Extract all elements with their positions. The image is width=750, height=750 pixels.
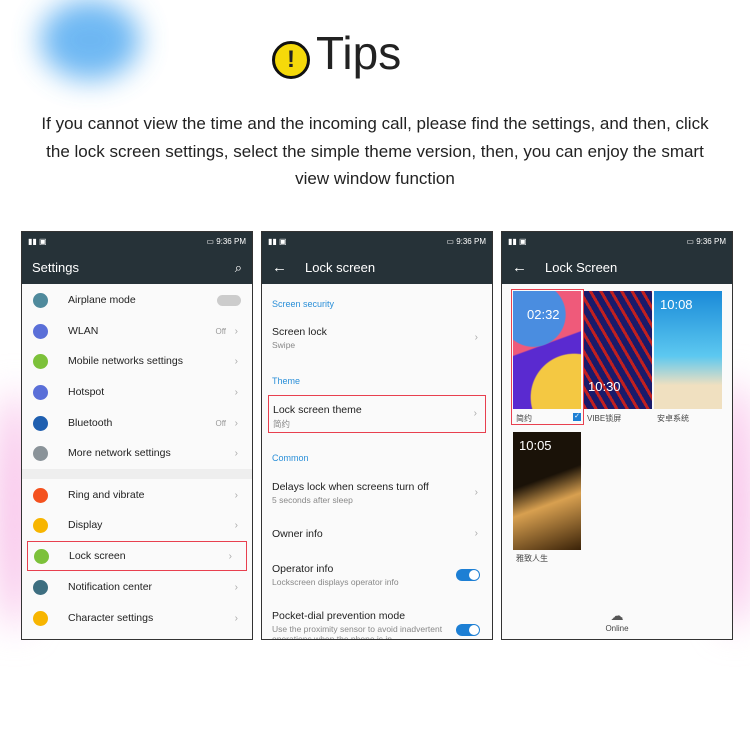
theme-thumb-vibe[interactable]: 10:30	[584, 291, 652, 409]
section-header: Screen security	[272, 299, 335, 309]
chevron-right-icon: ›	[234, 612, 238, 624]
theme-thumb-elegant[interactable]: 10:05	[513, 432, 581, 550]
settings-item-label: Ring and vibrate	[68, 489, 145, 501]
screen-title: Settings	[32, 260, 79, 275]
settings-item[interactable]: Bluetooth › Off	[22, 408, 252, 438]
chevron-right-icon: ›	[234, 417, 238, 429]
delay-lock-item[interactable]: Delays lock when screens turn off 5 secon…	[272, 481, 492, 505]
lock-screen-theme-item[interactable]: Lock screen theme 简约 ›	[268, 395, 486, 433]
status-bar: ▮▮ ▣ ▭ 9:36 PM	[22, 232, 252, 251]
page-title: Tips	[316, 27, 402, 79]
settings-item[interactable]: Notification center ›	[22, 572, 252, 602]
lock-theme-picker: ▮▮ ▣ ▭ 9:36 PM ← Lock Screen 02:32 简约 ✓ 10…	[501, 231, 733, 640]
operator-info-item[interactable]: Operator info Lockscreen displays operato…	[272, 563, 492, 587]
theme-thumb-simple[interactable]: 02:32	[513, 291, 581, 409]
settings-item[interactable]: Hotspot ›	[22, 377, 252, 407]
airplane-toggle[interactable]	[217, 294, 241, 306]
settings-item-label: Character settings	[68, 612, 154, 624]
screen-title: Lock screen	[305, 260, 376, 275]
online-button[interactable]: ☁ Online	[502, 608, 732, 633]
settings-item[interactable]: WLAN › Off	[22, 316, 252, 346]
cloud-icon: ☁	[610, 608, 624, 623]
theme-label: 雅致人生	[516, 554, 548, 563]
settings-item[interactable]: Display ›	[22, 510, 252, 540]
divider	[22, 469, 252, 479]
settings-item-icon	[33, 292, 48, 308]
settings-item-label: Display	[68, 519, 103, 531]
tips-header: ! Tips	[272, 26, 401, 80]
settings-item-label: Notification center	[68, 581, 153, 593]
chevron-right-icon: ›	[234, 447, 238, 459]
settings-item-icon	[33, 384, 48, 400]
theme-label: VIBE锁屏	[587, 414, 622, 423]
instructions: If you cannot view the time and the inco…	[41, 114, 709, 188]
pocket-dial-toggle[interactable]	[456, 624, 480, 636]
settings-item-label: WLAN	[68, 325, 99, 337]
settings-item-icon	[33, 415, 48, 431]
settings-item[interactable]: Airplane mode	[22, 285, 252, 315]
settings-item-icon	[33, 353, 48, 369]
settings-item[interactable]: More network settings ›	[22, 438, 252, 468]
settings-item-label: Bluetooth	[68, 417, 113, 429]
settings-item-icon	[33, 517, 48, 533]
back-arrow-icon[interactable]: ←	[512, 259, 527, 276]
settings-item-value: Off	[215, 418, 226, 428]
settings-item-label: Hotspot	[68, 386, 105, 398]
chevron-right-icon: ›	[234, 519, 238, 531]
settings-item-label: Lock screen	[69, 550, 126, 562]
settings-item[interactable]: Mobile networks settings ›	[22, 346, 252, 376]
section-header: Common	[272, 453, 309, 463]
settings-screen: ▮▮ ▣ ▭ 9:36 PM Settings ⌕ Airplane mode WLA…	[21, 231, 253, 640]
theme-label: 简约	[516, 414, 532, 423]
settings-item-icon	[33, 579, 48, 595]
settings-item-icon	[33, 487, 48, 503]
settings-item-label: Airplane mode	[68, 294, 136, 306]
chevron-right-icon: ›	[228, 550, 232, 562]
checkbox-checked-icon[interactable]: ✓	[573, 413, 581, 421]
settings-item-value: Off	[215, 326, 226, 336]
pocket-dial-item[interactable]: Pocket-dial prevention mode Use the proxi…	[272, 610, 452, 639]
settings-item-label: More network settings	[68, 447, 171, 459]
warning-icon: !	[272, 41, 310, 79]
settings-item-icon	[33, 610, 48, 626]
settings-item-icon	[33, 445, 48, 461]
lock-screen-settings: ▮▮ ▣ ▭ 9:36 PM ← Lock screen Screen securi…	[261, 231, 493, 640]
chevron-right-icon: ›	[234, 581, 238, 593]
settings-item[interactable]: Character settings ›	[22, 603, 252, 633]
screen-lock-item[interactable]: Screen lock Swipe ›	[272, 326, 492, 350]
settings-item-icon	[33, 323, 48, 339]
decor-blob	[40, 0, 140, 80]
chevron-right-icon: ›	[234, 489, 238, 501]
section-header: Theme	[272, 376, 301, 386]
settings-item[interactable]: Ring and vibrate ›	[22, 480, 252, 510]
theme-thumb-android[interactable]: 10:08	[654, 291, 722, 409]
owner-info-item[interactable]: Owner info ›	[272, 528, 492, 540]
settings-item-icon	[34, 548, 49, 564]
chevron-right-icon: ›	[234, 355, 238, 367]
status-bar: ▮▮ ▣ ▭ 9:36 PM	[262, 232, 492, 251]
chevron-right-icon: ›	[234, 325, 238, 337]
operator-toggle[interactable]	[456, 569, 480, 581]
screen-title: Lock Screen	[545, 260, 618, 275]
status-bar: ▮▮ ▣ ▭ 9:36 PM	[502, 232, 732, 251]
settings-item[interactable]: Lock screen ›	[27, 541, 247, 571]
search-icon[interactable]: ⌕	[235, 260, 242, 276]
back-arrow-icon[interactable]: ←	[272, 259, 287, 276]
chevron-right-icon: ›	[234, 386, 238, 398]
theme-label: 安卓系统	[657, 414, 689, 423]
settings-item-label: Mobile networks settings	[68, 355, 183, 367]
